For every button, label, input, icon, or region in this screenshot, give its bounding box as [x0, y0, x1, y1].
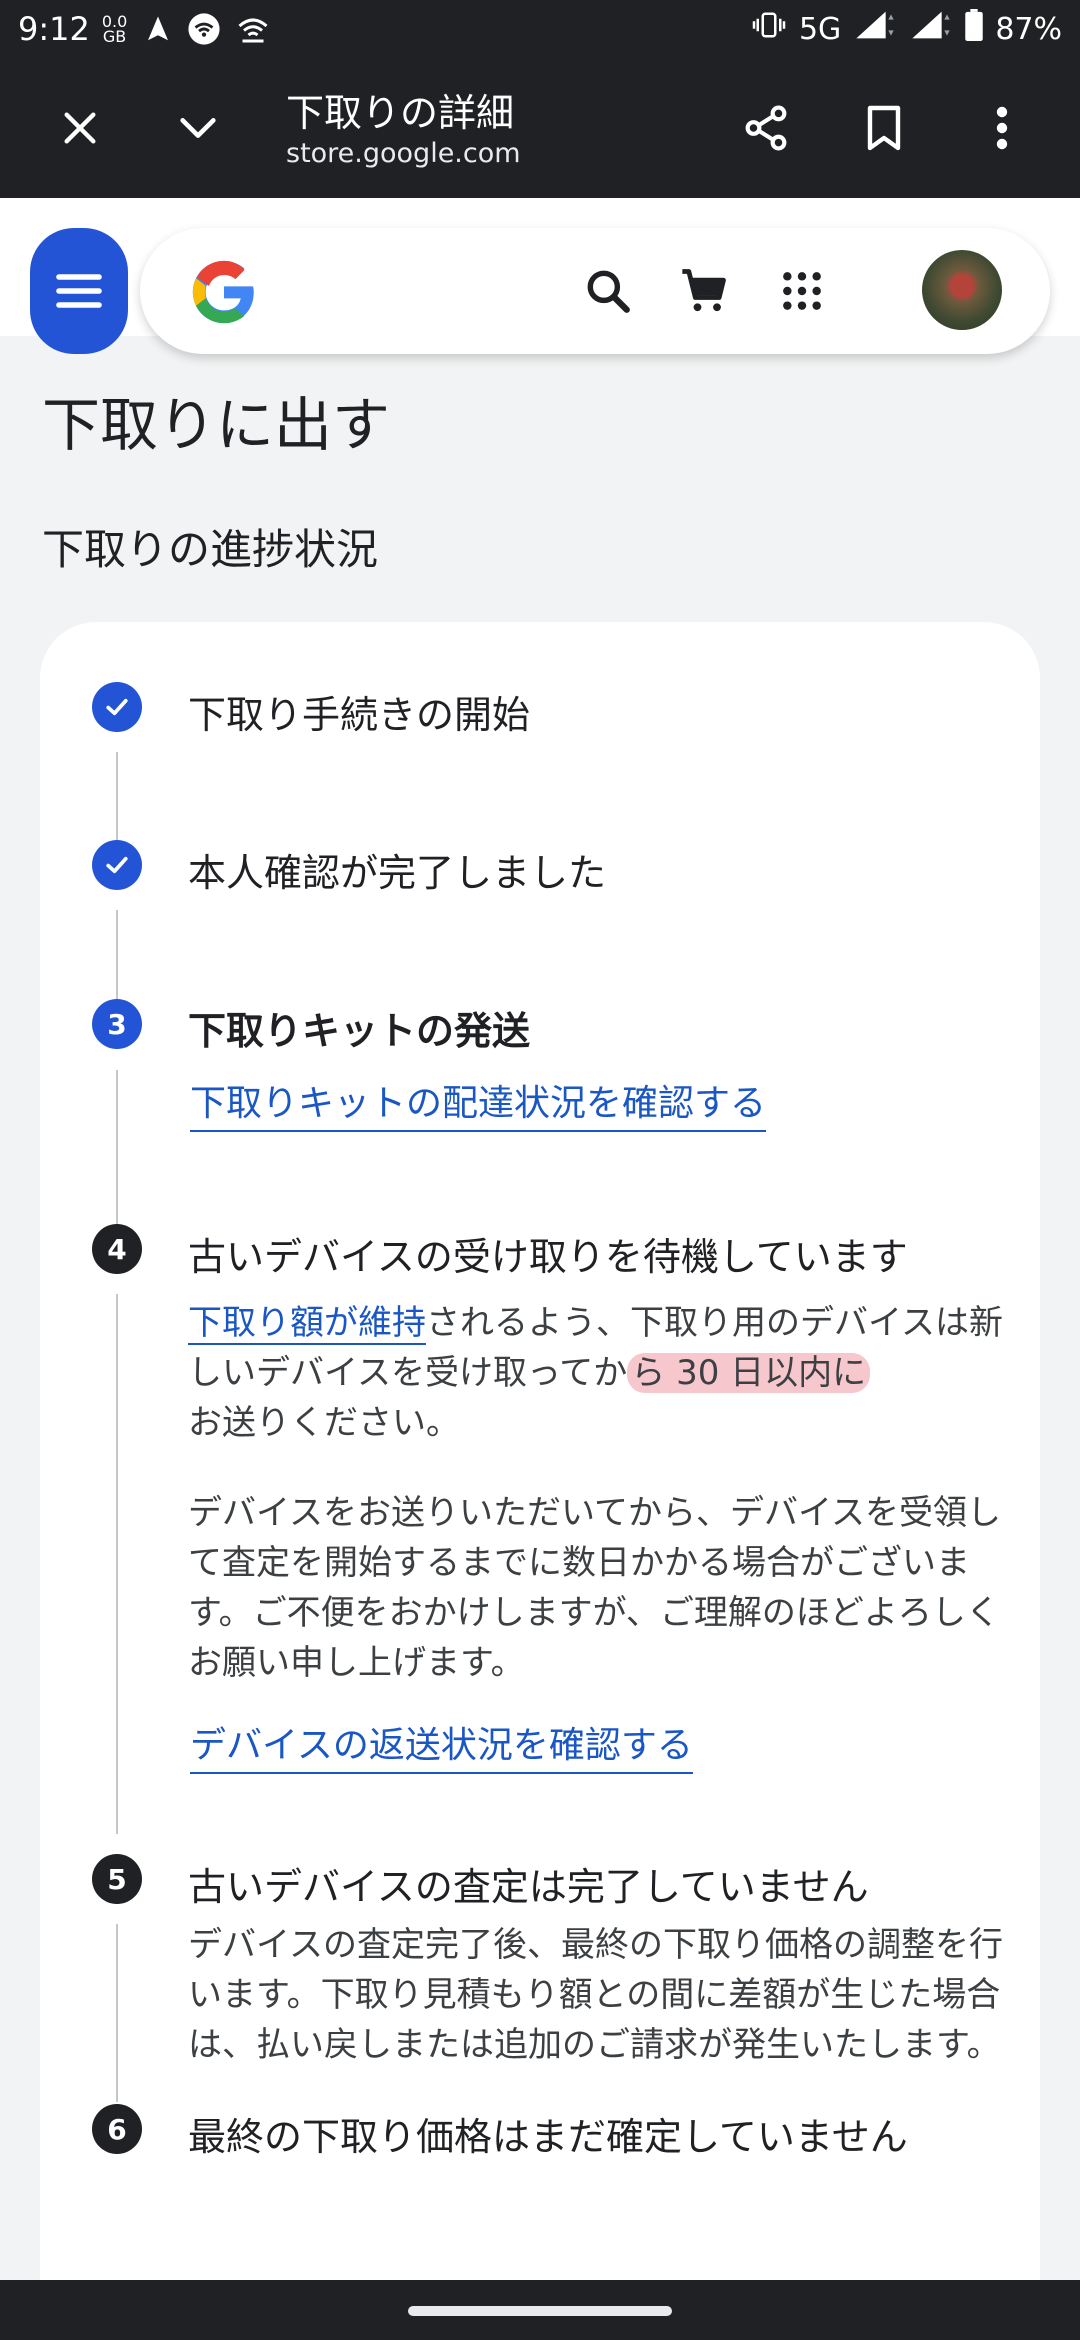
wifi-circle-icon [187, 12, 221, 46]
chevron-down-icon [180, 118, 216, 138]
google-logo[interactable] [190, 258, 258, 326]
step-5-marker: 5 [92, 1854, 142, 1904]
step-3-title: 下取りキットの発送 [188, 1009, 531, 1053]
step-5-description: デバイスの査定完了後、最終の下取り価格の調整を行います。下取り見積もり額との間に… [188, 1925, 1003, 2065]
close-button[interactable] [44, 92, 116, 164]
progress-section-title: 下取りの進捗状況 [42, 525, 379, 574]
step-connector [116, 1294, 118, 1834]
store-header-bar [140, 228, 1050, 354]
progress-card: 下取り手続きの開始 本人確認が完了しました 3 下取りキットの発送 下取りキット… [40, 622, 1040, 2280]
data-usage: 0.0 GB [102, 14, 127, 46]
search-button[interactable] [578, 261, 638, 321]
wifi-calling-icon [235, 11, 271, 47]
apps-button[interactable] [772, 261, 832, 321]
check-icon [106, 856, 128, 874]
status-time: 9:12 [18, 10, 90, 48]
step-2-title: 本人確認が完了しました [188, 851, 607, 895]
step-1-title: 下取り手続きの開始 [188, 693, 531, 737]
step-connector [116, 752, 118, 844]
apps-grid-icon [783, 272, 821, 310]
step-4-note: デバイスをお送りいただいてから、デバイスを受領して査定を開始するまでに数日かかる… [188, 1493, 1001, 1683]
device-return-status-link[interactable]: デバイスの返送状況を確認する [190, 1716, 693, 1774]
share-button[interactable] [730, 92, 802, 164]
signal-icon-2 [909, 9, 953, 49]
step-connector [116, 1070, 118, 1250]
navigation-arrow-icon [143, 14, 173, 44]
step-5-title: 古いデバイスの査定は完了していません [188, 1865, 869, 1909]
value-maintained-link[interactable]: 下取り額が維持 [188, 1303, 426, 1345]
bookmark-icon [867, 105, 901, 151]
custom-tab-toolbar: 下取りの詳細 store.google.com [0, 58, 1080, 198]
data-usage-unit: GB [102, 27, 127, 46]
step-4-text-b: お送りください。 [188, 1403, 460, 1443]
search-icon [587, 270, 630, 313]
step-connector [116, 910, 118, 1002]
kit-delivery-status-link[interactable]: 下取りキットの配達状況を確認する [190, 1074, 767, 1132]
check-icon [106, 698, 128, 716]
system-navigation-bar [0, 2280, 1080, 2340]
menu-button[interactable] [30, 228, 128, 354]
vibrate-icon [751, 10, 787, 48]
step-3-marker: 3 [92, 999, 142, 1049]
step-4-title: 古いデバイスの受け取りを待機しています [188, 1235, 908, 1279]
web-content: 下取りに出す 下取りの進捗状況 下取り手続きの開始 本人確認が完了しました 3 … [0, 198, 1080, 2280]
share-icon [745, 105, 787, 151]
network-type: 5G [798, 11, 842, 47]
more-vert-icon [996, 106, 1008, 150]
step-6-title: 最終の下取り価格はまだ確定していません [188, 2115, 908, 2159]
status-bar: 9:12 0.0 GB 5G 87% [0, 0, 1080, 58]
deadline-highlight: ら 30 日以内に [627, 1353, 871, 1393]
cart-button[interactable] [674, 261, 734, 321]
page-title-bar: 下取りの詳細 [286, 91, 515, 135]
step-2-check-marker [92, 840, 142, 890]
battery-percent: 87% [995, 11, 1062, 47]
bookmark-button[interactable] [848, 92, 920, 164]
home-gesture-handle[interactable] [408, 2306, 672, 2316]
step-1-check-marker [92, 682, 142, 732]
battery-icon [965, 9, 984, 49]
page-url: store.google.com [286, 138, 521, 169]
close-icon [64, 112, 96, 144]
step-4-marker: 4 [92, 1224, 142, 1274]
more-options-button[interactable] [966, 92, 1038, 164]
shopping-cart-icon [682, 269, 726, 312]
signal-icon [853, 9, 897, 49]
minimize-button[interactable] [162, 92, 234, 164]
step-6-marker: 6 [92, 2104, 142, 2154]
page-heading: 下取りに出す [42, 391, 391, 459]
step-4-description: 下取り額が維持されるよう、下取り用のデバイスは新しいデバイスを受け取ってから 3… [188, 1298, 1008, 1448]
hamburger-menu-icon [56, 274, 102, 308]
step-connector [116, 1924, 118, 2102]
account-avatar[interactable] [922, 250, 1002, 330]
